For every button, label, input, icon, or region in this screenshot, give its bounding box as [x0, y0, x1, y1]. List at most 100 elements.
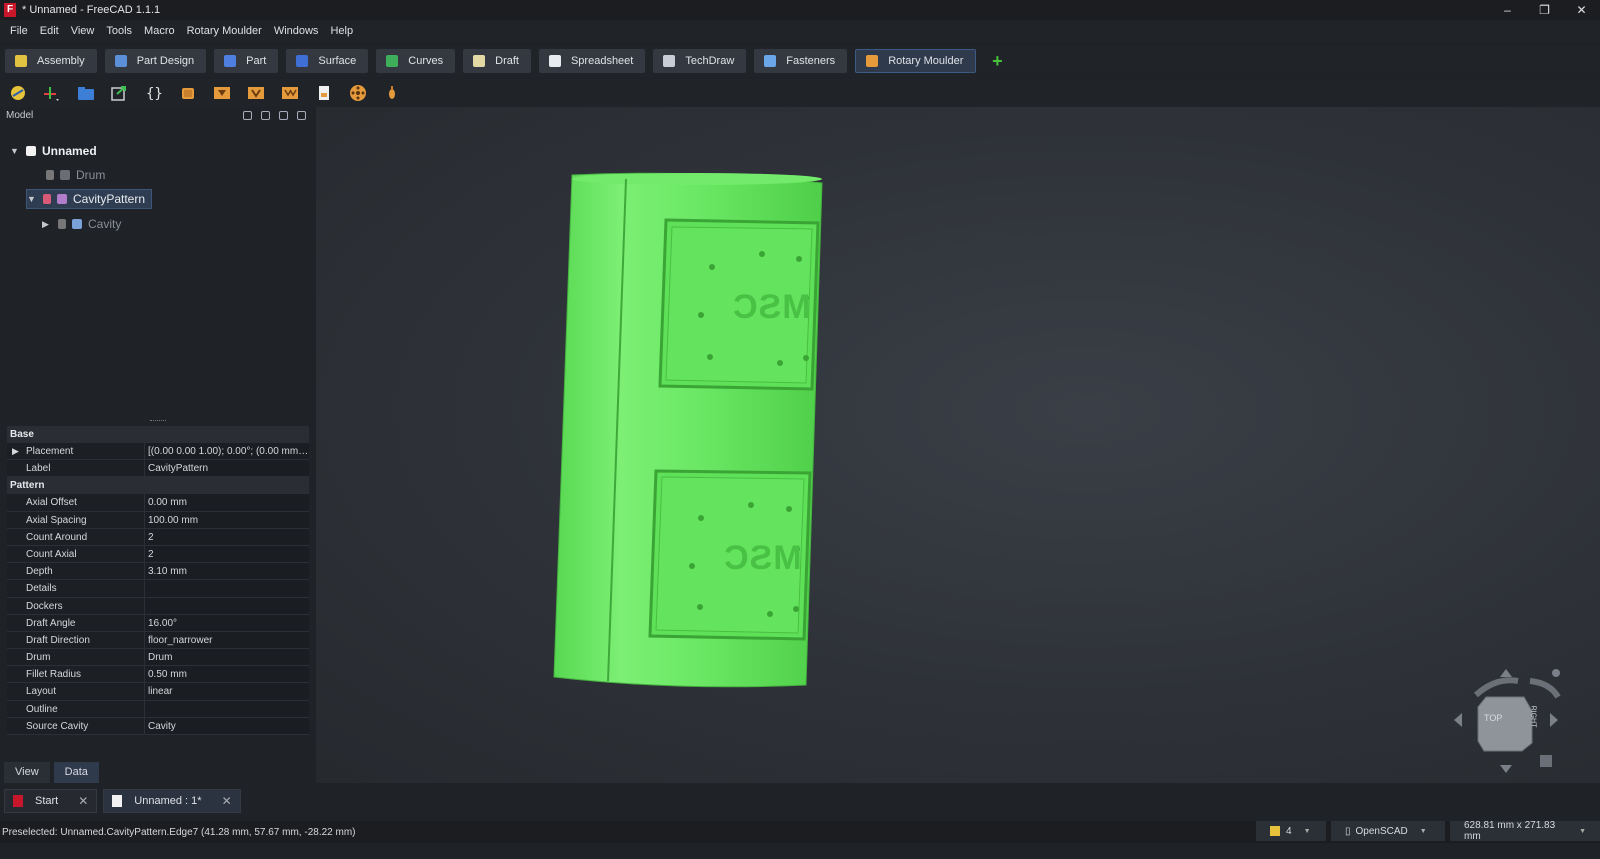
dropdown-arrow-icon: ▼	[1303, 827, 1311, 835]
tab-view[interactable]: View	[4, 762, 50, 783]
prop-draft-direction[interactable]: Draft Direction floor_narrower	[7, 631, 309, 650]
prop-drum[interactable]: Drum Drum	[7, 649, 309, 667]
prop-label[interactable]: Label CavityPattern	[7, 460, 309, 478]
sync-view-icon[interactable]	[297, 110, 306, 120]
prop-layout[interactable]: Layout linear	[7, 683, 309, 701]
toolbar: {}	[0, 79, 1600, 107]
draft-icon	[473, 55, 486, 67]
menu-windows[interactable]: Windows	[268, 25, 325, 37]
workbench-assembly[interactable]: Assembly	[5, 49, 97, 73]
tree-item-cavity[interactable]: ▶ Cavity	[42, 214, 121, 234]
collapse-icon[interactable]	[279, 110, 288, 120]
probe-icon[interactable]	[382, 83, 402, 103]
visible-eye-icon[interactable]	[43, 194, 51, 204]
prop-group-base: Base	[7, 426, 309, 443]
cavity-icon[interactable]	[212, 83, 232, 103]
visibility-toggle-icon[interactable]	[243, 110, 252, 120]
drum-solid-icon	[60, 170, 70, 180]
cavity-sketch-icon[interactable]	[246, 83, 266, 103]
cavity-solid-icon	[72, 219, 82, 229]
open-folder-icon[interactable]	[76, 83, 96, 103]
prop-fillet-radius[interactable]: Fillet Radius 0.50 mm	[7, 666, 309, 684]
property-view-tabs: View Data	[4, 762, 99, 783]
hidden-eye-icon[interactable]	[46, 170, 54, 180]
part-cube-icon	[224, 55, 237, 67]
prop-count-around[interactable]: Count Around 2	[7, 528, 309, 546]
drum-icon[interactable]	[178, 83, 198, 103]
add-workbench-button[interactable]: +	[984, 49, 1010, 73]
workbench-draft[interactable]: Draft	[463, 49, 531, 73]
menu-macro[interactable]: Macro	[138, 25, 181, 37]
gear-wheel-icon[interactable]	[348, 83, 368, 103]
close-tab-icon[interactable]: ✕	[222, 794, 232, 808]
3d-model-render[interactable]	[316, 107, 1600, 783]
menu-rotary-moulder[interactable]: Rotary Moulder	[181, 25, 268, 37]
prop-dockers[interactable]: Dockers	[7, 597, 309, 615]
prop-draft-angle[interactable]: Draft Angle 16.00°	[7, 614, 309, 632]
curly-braces-icon[interactable]: {}	[144, 83, 164, 103]
settings-gear-icon[interactable]	[261, 110, 270, 120]
prop-axial-spacing[interactable]: Axial Spacing 100.00 mm	[7, 511, 309, 529]
axis-cross-icon[interactable]	[42, 83, 62, 103]
expand-arrow-icon[interactable]: ▼	[10, 146, 20, 156]
window-title: * Unnamed - FreeCAD 1.1.1	[22, 4, 161, 16]
workbench-techdraw[interactable]: TechDraw	[653, 49, 747, 73]
menu-file[interactable]: File	[4, 25, 34, 37]
3d-viewport[interactable]: MSC MSC TOP RIGHT	[316, 107, 1600, 783]
workbench-surface[interactable]: Surface	[286, 49, 369, 73]
combo-view-panel: Model ▼ Unnamed Drum ▼ CavityPattern ▶ C…	[0, 107, 316, 783]
expand-arrow-icon[interactable]: ▼	[27, 194, 37, 204]
notifications-area[interactable]: 4 ▼	[1256, 821, 1326, 841]
model-panel-title: Model	[6, 109, 34, 121]
part-design-icon	[114, 55, 127, 67]
std-workbench-icon[interactable]	[8, 83, 28, 103]
prop-axial-offset[interactable]: Axial Offset 0.00 mm	[7, 494, 309, 512]
status-bar: Preselected: Unnamed.CavityPattern.Edge7…	[0, 820, 1600, 843]
export-icon[interactable]	[110, 83, 130, 103]
model-panel-header: Model	[0, 107, 316, 123]
prop-count-axial[interactable]: Count Axial 2	[7, 545, 309, 564]
hidden-eye-icon[interactable]	[58, 219, 66, 229]
tab-data[interactable]: Data	[53, 762, 99, 783]
navcube-face-top[interactable]: TOP	[1484, 713, 1502, 723]
expand-arrow-icon[interactable]: ▶	[12, 443, 19, 460]
menu-tools[interactable]: Tools	[100, 25, 138, 37]
tree-item-cavitypattern[interactable]: ▼ CavityPattern	[26, 189, 153, 209]
menu-help[interactable]: Help	[324, 25, 359, 37]
model-tree: ▼ Unnamed Drum ▼ CavityPattern ▶ Cavity	[0, 123, 316, 413]
prop-placement[interactable]: ▶ Placement [(0.00 0.00 1.00); 0.00°; (0.…	[7, 443, 309, 461]
prop-depth[interactable]: Depth 3.10 mm	[7, 563, 309, 581]
freecad-logo-icon: F	[4, 3, 16, 17]
workbench-fasteners[interactable]: Fasteners	[754, 49, 848, 73]
workbench-spreadsheet[interactable]: Spreadsheet	[538, 49, 646, 73]
tree-item-drum[interactable]: Drum	[46, 165, 105, 185]
menu-view[interactable]: View	[65, 25, 101, 37]
navcube-face-right[interactable]: RIGHT	[1529, 706, 1536, 728]
prop-outline[interactable]: Outline	[7, 700, 309, 718]
navigation-style-selector[interactable]: ▯ OpenSCAD ▼	[1331, 821, 1445, 841]
navigation-cube[interactable]: TOP RIGHT	[1446, 667, 1566, 777]
doc-tab-start[interactable]: Start ✕	[4, 789, 98, 813]
minimize-button[interactable]: –	[1489, 0, 1526, 20]
prop-source-cavity[interactable]: Source Cavity Cavity	[7, 717, 309, 735]
document-icon[interactable]	[314, 83, 334, 103]
collapsed-arrow-icon[interactable]: ▶	[42, 219, 52, 230]
panel-splitter[interactable]	[150, 420, 166, 423]
workbench-part-design[interactable]: Part Design	[104, 49, 207, 73]
tree-item-unnamed[interactable]: ▼ Unnamed	[10, 141, 97, 161]
cavity-pattern-icon[interactable]	[280, 83, 300, 103]
techdraw-icon	[663, 55, 676, 67]
workbench-curves[interactable]: Curves	[376, 49, 456, 73]
workbench-rotary-moulder[interactable]: Rotary Moulder	[855, 49, 977, 73]
prop-details[interactable]: Details	[7, 580, 309, 598]
doc-tab-unnamed[interactable]: Unnamed : 1* ✕	[103, 789, 241, 813]
maximize-button[interactable]: ❐	[1526, 0, 1563, 20]
mouse-icon: ▯	[1345, 825, 1351, 837]
menu-edit[interactable]: Edit	[34, 25, 65, 37]
workbench-part[interactable]: Part	[214, 49, 279, 73]
pattern-solid-icon	[57, 194, 67, 204]
close-tab-icon[interactable]: ✕	[78, 794, 88, 808]
dimension-readout[interactable]: 628.81 mm x 271.83 mm ▼	[1450, 820, 1600, 842]
navcube-arrows[interactable]	[1446, 667, 1566, 777]
close-window-button[interactable]: ✕	[1563, 0, 1600, 20]
